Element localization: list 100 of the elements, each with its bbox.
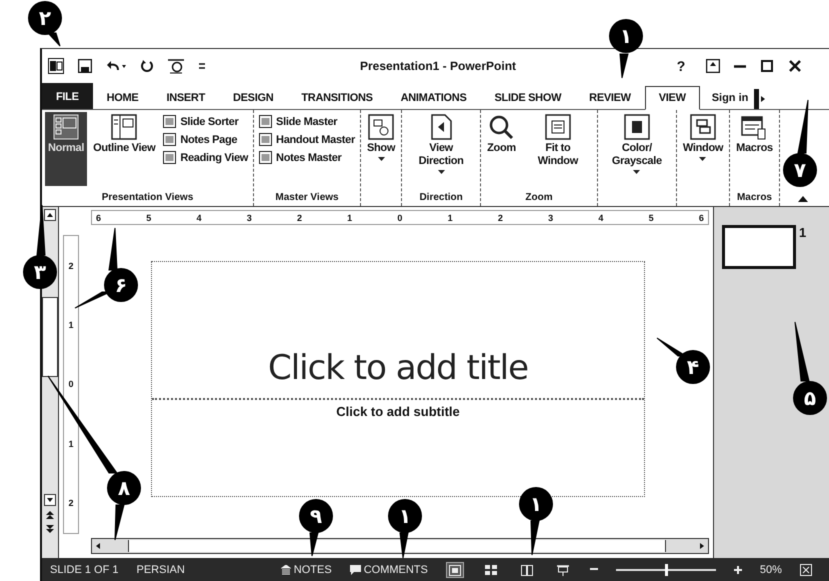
ruler-number: 2 <box>296 212 302 222</box>
horizontal-scrollbar[interactable] <box>91 538 709 554</box>
scroll-thumb[interactable] <box>42 297 58 377</box>
ruler-number: 1 <box>68 438 74 449</box>
ruler-number: 1 <box>68 320 74 330</box>
previous-slide-icon <box>45 510 55 520</box>
language: PERSIAN <box>136 564 185 576</box>
notes-button[interactable]: NOTES <box>280 564 332 576</box>
ruler-number: 2 <box>68 498 74 508</box>
ribbon-button[interactable]: Color/ Grayscale <box>600 112 673 186</box>
ruler-number: 1 <box>448 212 453 222</box>
macros-icon <box>741 114 768 140</box>
ruler-number: 0 <box>68 379 74 390</box>
caret-icon <box>699 157 706 161</box>
slide-count: SLIDE 1 OF 1 <box>50 564 118 576</box>
group-label: Master Views <box>274 191 340 205</box>
minus-icon <box>590 565 598 573</box>
title-placeholder[interactable]: Click to add title <box>152 262 644 400</box>
zoom-level[interactable]: 50% <box>760 564 782 576</box>
file-tab[interactable]: FILE <box>42 83 93 109</box>
ribbon-button[interactable]: Notes Page <box>161 132 250 147</box>
ribbon-button[interactable]: Fit to Window <box>522 112 594 186</box>
save-icon <box>78 59 92 73</box>
callout-number: ۲ <box>28 1 62 35</box>
close-icon <box>788 59 802 73</box>
leader-line <box>530 520 540 556</box>
grayscale-icon <box>624 114 650 140</box>
slide-number: 1 <box>799 225 806 240</box>
ruler-number: 4 <box>598 212 604 222</box>
ribbon-button[interactable]: Zoom <box>484 112 519 186</box>
ribbon-display-icon <box>706 59 720 73</box>
ruler-number: 2 <box>498 212 503 222</box>
magnifier-icon <box>488 114 514 140</box>
ruler-number: 3 <box>548 212 554 222</box>
maximize-icon <box>760 59 774 73</box>
notes-icon <box>280 565 291 575</box>
show-icon <box>368 114 394 140</box>
normal-view-icon <box>448 564 461 576</box>
help-button[interactable]: ? <box>670 58 692 74</box>
ribbon-button[interactable]: Slide Sorter <box>161 114 250 129</box>
ruler-number: 3 <box>246 212 252 222</box>
ribbon-button[interactable]: Window <box>680 112 726 186</box>
plus-icon <box>734 566 742 574</box>
ribbon-button[interactable]: Handout Master <box>257 132 357 147</box>
ruler-number: 6 <box>698 212 704 222</box>
grid-icon <box>484 564 497 576</box>
leader-line <box>309 532 319 556</box>
minimize-icon <box>734 64 746 68</box>
ribbon-button[interactable]: Reading View <box>161 150 250 165</box>
view-icon <box>259 151 272 164</box>
scroll-right-icon <box>754 89 766 109</box>
ribbon-button[interactable]: Macros <box>733 112 776 186</box>
group-label: Presentation Views <box>100 191 194 205</box>
comments-button[interactable]: COMMENTS <box>350 564 428 576</box>
leader-line <box>797 100 808 154</box>
fit-window-icon <box>544 114 571 140</box>
window-title: Presentation1 - PowerPoint <box>360 59 516 73</box>
ruler-number: 5 <box>146 212 152 222</box>
fit-slide-icon <box>800 564 812 576</box>
group-label: Macros <box>736 191 773 205</box>
title-text: Click to add title <box>268 348 528 388</box>
ribbon-button[interactable]: View Direction <box>405 112 478 186</box>
ribbon-tab[interactable]: VIEW <box>644 86 700 110</box>
view-icon <box>163 151 176 164</box>
subtitle-text: Click to add subtitle <box>336 404 460 421</box>
ribbon-button[interactable]: Normal <box>45 112 88 186</box>
leader-line <box>399 532 409 558</box>
callout-number: ۱ <box>609 19 643 53</box>
leader-line <box>794 322 810 382</box>
outline-view-icon <box>111 114 138 140</box>
undo-icon <box>106 59 126 73</box>
view-icon <box>163 133 176 146</box>
book-icon <box>520 564 533 576</box>
ruler-number: 4 <box>196 212 202 222</box>
sign-in-link[interactable]: Sign in <box>700 92 754 109</box>
ruler-number: 1 <box>347 212 352 222</box>
collapse-icon <box>798 195 808 202</box>
ribbon-button[interactable]: Outline View <box>90 112 158 186</box>
caret-icon <box>438 170 445 174</box>
caret-icon <box>633 170 640 174</box>
window-icon <box>690 114 716 140</box>
view-icon <box>259 133 272 146</box>
view-button[interactable] <box>446 562 464 578</box>
ruler-number: 0 <box>397 212 402 222</box>
caret-icon <box>378 157 385 161</box>
slideshow-icon <box>168 58 184 74</box>
view-icon <box>259 115 272 128</box>
customize-icon <box>198 61 206 71</box>
ribbon-button[interactable]: Show <box>364 112 398 186</box>
comment-icon <box>350 565 361 575</box>
group-label: Zoom <box>524 191 554 205</box>
ribbon-button[interactable]: Slide Master <box>257 114 357 129</box>
normal-view-icon <box>53 114 80 140</box>
ruler-number: 6 <box>96 212 102 222</box>
view-icon <box>163 115 176 128</box>
zoom-slider-thumb[interactable] <box>664 564 668 576</box>
slide-thumbnail[interactable] <box>722 225 796 269</box>
ruler-number: 5 <box>648 212 654 222</box>
ribbon-button[interactable]: Notes Master <box>257 150 357 165</box>
leader-line <box>36 204 46 256</box>
